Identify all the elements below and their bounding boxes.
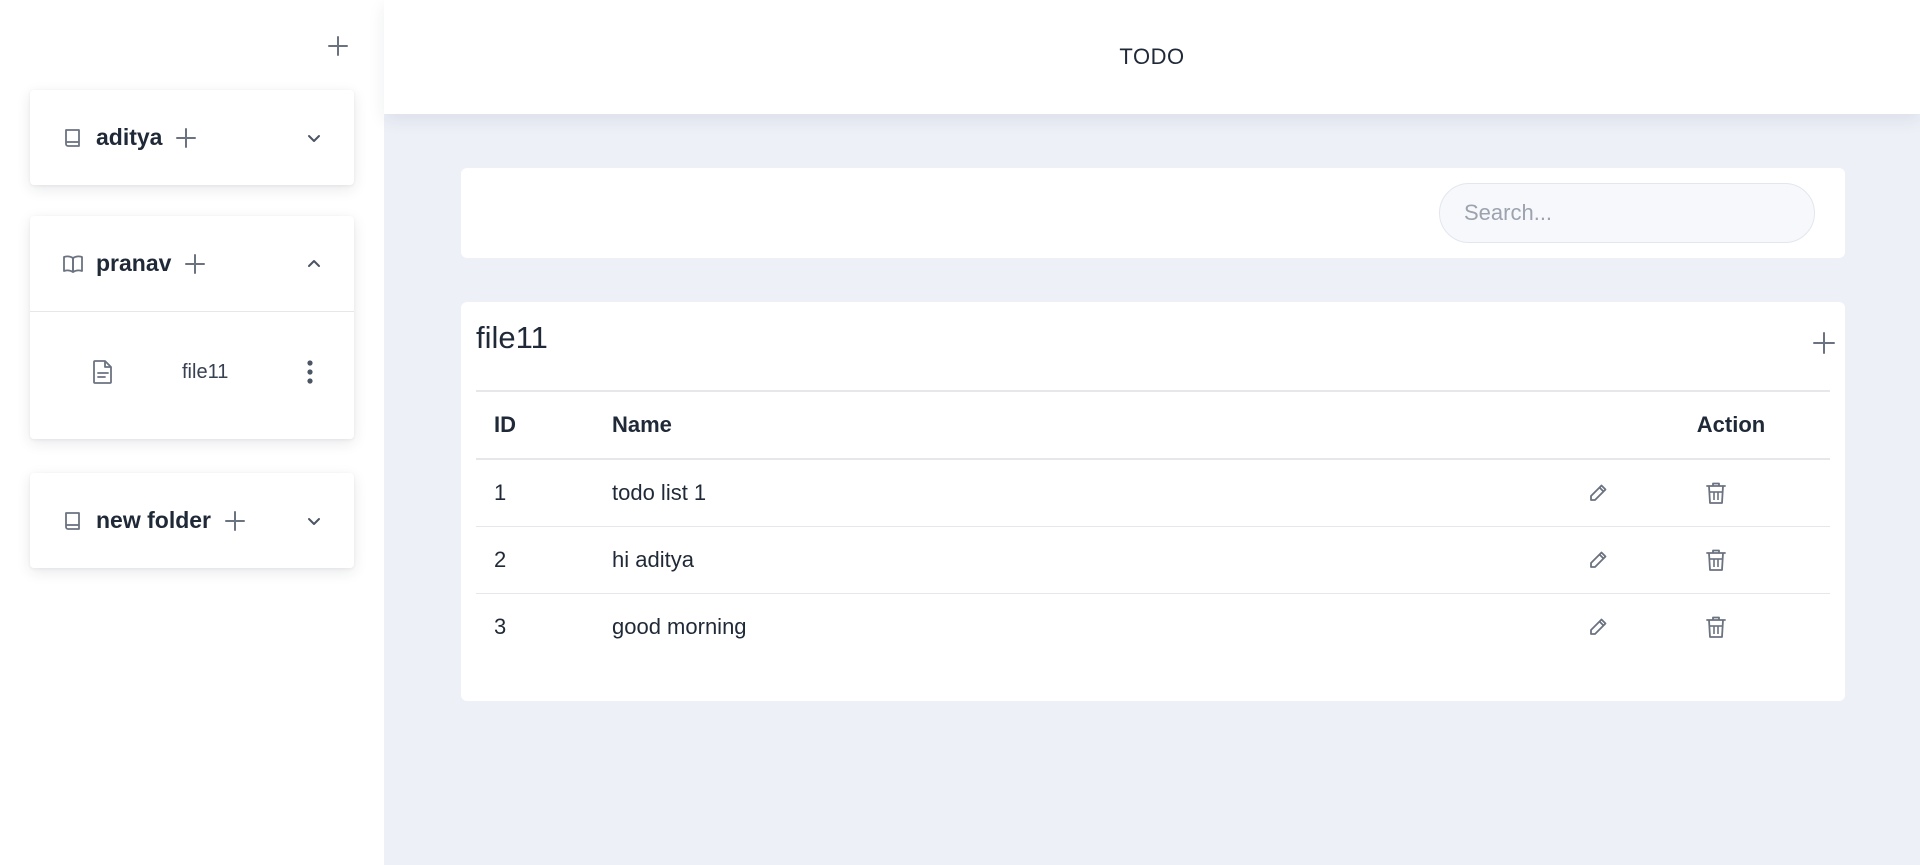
app-root: aditya pranav file11 new folder TODO Sea… <box>0 0 1920 865</box>
todo-table-card: file11 ID Name Action 1 todo list 1 2 hi… <box>461 302 1845 701</box>
add-file-button[interactable] <box>174 126 198 150</box>
folder-card-aditya: aditya <box>30 90 354 185</box>
folder-card-new-folder: new folder <box>30 473 354 568</box>
cell-id: 3 <box>494 613 507 639</box>
edit-button[interactable] <box>1584 613 1612 641</box>
edit-button[interactable] <box>1584 479 1612 507</box>
edit-button[interactable] <box>1584 546 1612 574</box>
cell-id: 2 <box>494 546 507 572</box>
file-item-file11[interactable]: file11 <box>30 352 354 392</box>
chevron-down-icon[interactable] <box>304 511 324 531</box>
plus-icon <box>1813 332 1835 354</box>
cell-name: todo list 1 <box>612 479 707 505</box>
cell-actions <box>1590 526 1830 593</box>
add-file-button[interactable] <box>183 252 207 276</box>
column-header-name: Name <box>612 412 672 437</box>
delete-button[interactable] <box>1702 546 1730 574</box>
todo-table: ID Name Action 1 todo list 1 2 hi aditya… <box>476 390 1830 660</box>
trash-icon <box>1706 616 1726 638</box>
table-row: 2 hi aditya <box>476 526 1830 593</box>
pencil-icon <box>1590 484 1607 501</box>
cell-name: hi aditya <box>612 546 694 572</box>
more-options-icon[interactable] <box>300 357 320 387</box>
folder-header-pranav[interactable]: pranav <box>30 216 354 311</box>
column-header-id: ID <box>494 412 516 437</box>
cell-actions <box>1590 593 1830 660</box>
main-content: TODO file11 ID Name Action <box>384 0 1920 865</box>
chevron-down-icon[interactable] <box>304 128 324 148</box>
book-closed-icon <box>62 510 84 532</box>
folder-name: aditya <box>96 124 163 150</box>
add-todo-button[interactable] <box>1809 328 1839 358</box>
table-header-row: ID Name Action <box>476 391 1830 459</box>
cell-id: 1 <box>494 479 507 505</box>
plus-icon <box>176 127 197 148</box>
chevron-up-icon[interactable] <box>304 254 324 274</box>
search-card <box>461 168 1845 258</box>
column-header-action: Action <box>1696 412 1766 437</box>
file-title: file11 <box>476 320 548 355</box>
app-title: TODO <box>1119 44 1185 69</box>
add-file-button[interactable] <box>223 509 247 533</box>
folder-name: new folder <box>96 507 212 533</box>
plus-icon <box>328 36 348 56</box>
pencil-icon <box>1590 618 1607 635</box>
delete-button[interactable] <box>1702 479 1730 507</box>
trash-icon <box>1706 549 1726 571</box>
folder-header-new-folder[interactable]: new folder <box>30 473 354 568</box>
file-name: file11 <box>182 360 229 383</box>
cell-name: good morning <box>612 613 747 639</box>
book-closed-icon <box>62 127 84 149</box>
plus-icon <box>225 510 246 531</box>
delete-button[interactable] <box>1702 613 1730 641</box>
table-row: 1 todo list 1 <box>476 459 1830 526</box>
sidebar: aditya pranav file11 new folder <box>0 0 384 865</box>
folder-file-list: file11 <box>30 311 354 439</box>
search-input[interactable] <box>1439 183 1815 243</box>
pencil-icon <box>1590 551 1607 568</box>
trash-icon <box>1706 482 1726 504</box>
top-bar: TODO <box>384 0 1920 114</box>
add-folder-button[interactable] <box>322 30 354 62</box>
plus-icon <box>185 253 206 274</box>
folder-card-pranav: pranav file11 <box>30 216 354 439</box>
folder-header-aditya[interactable]: aditya <box>30 90 354 185</box>
book-open-icon <box>62 253 84 275</box>
table-row: 3 good morning <box>476 593 1830 660</box>
cell-actions <box>1590 459 1830 526</box>
document-icon <box>92 359 116 385</box>
folder-name: pranav <box>96 250 172 276</box>
